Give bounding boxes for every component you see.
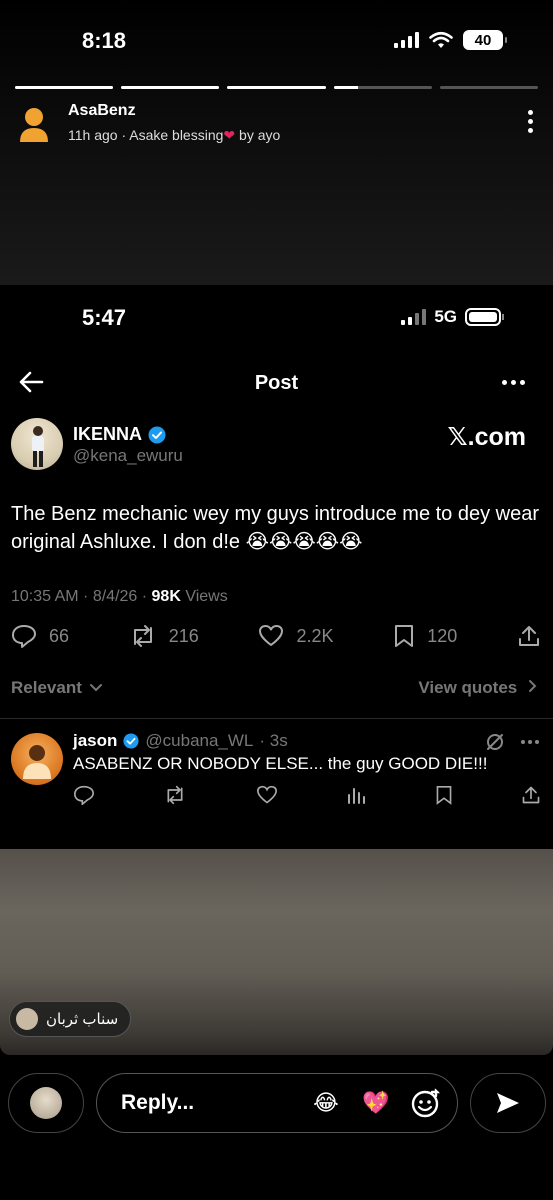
verified-badge-icon [123,733,139,749]
share-button[interactable] [517,624,541,648]
battery-indicator: 40 [463,30,507,50]
like-button[interactable]: 2.2K [258,624,334,648]
chevron-down-icon [89,684,102,692]
reply-time: · 3s [259,731,288,750]
reply-author-name[interactable]: jason [73,731,117,751]
repost-count: 216 [168,625,199,646]
screenshot-status-time: 5:47 [82,305,127,330]
laughing-emoji-icon[interactable]: 😂 [309,1086,343,1120]
reply-top-icons [485,732,539,752]
reply-icon[interactable] [73,785,95,805]
story-progress [15,86,539,89]
tweet-meta: 10:35 AM · 8/4/26 · 98K Views [11,588,228,606]
battery-icon [465,308,504,326]
reply-input[interactable]: Reply... 😂 💖 [96,1073,458,1133]
network-label: 5G [434,307,457,326]
bookmark-icon[interactable] [435,785,453,805]
sort-dropdown[interactable]: Relevant [11,678,103,698]
reply-more-icon[interactable] [521,740,539,744]
send-button[interactable] [470,1073,546,1133]
bookmark-count: 120 [427,625,458,646]
author-name-text: IKENNA [73,424,143,444]
wifi-icon [429,31,453,48]
tweet-stats: 66 216 2.2K 120 [11,624,541,648]
heart-outline-icon[interactable] [256,785,278,805]
share-icon [518,626,539,646]
add-emoji-icon[interactable] [409,1086,443,1120]
reply-placeholder: Reply... [121,1091,195,1114]
author-name[interactable]: IKENNA [73,424,166,445]
views-label: Views [180,588,228,605]
author-avatar[interactable] [11,418,63,470]
repost-button[interactable]: 216 [129,624,199,648]
bookmark-icon [395,625,414,647]
signal-icon [401,309,427,325]
grok-icon[interactable] [485,732,505,752]
heart-emoji-icon[interactable]: 💖 [359,1086,393,1120]
chevron-right-icon [529,680,537,692]
screenshot-status-icons: 5G [401,307,504,327]
like-count: 2.2K [296,625,334,646]
story-progress-segment [333,86,432,89]
send-icon [497,1093,519,1113]
analytics-icon[interactable] [346,785,366,805]
story-meta: 11h ago · Asake blessing❤ by ayo [68,127,280,144]
reply-count: 66 [49,625,70,646]
view-quotes-link[interactable]: View quotes [418,678,538,698]
bitmoji-avatar-icon[interactable] [18,104,50,144]
story-progress-segment [439,86,539,89]
story-progress-segment [121,86,220,89]
reply-icon [12,625,36,648]
bookmark-button[interactable]: 120 [393,624,457,648]
view-quotes-label: View quotes [418,678,518,697]
status-icons: 40 [394,30,507,50]
reply-author-handle[interactable]: @cubana_WL [145,731,253,751]
story-progress-segment [15,86,114,89]
verified-badge-icon [148,426,166,443]
reply-button[interactable]: 66 [11,624,69,648]
profile-button[interactable] [8,1073,84,1133]
sort-label: Relevant [11,678,82,697]
reply-actions [73,785,541,805]
sticker-text: سناب ثربان [46,1011,119,1028]
divider [0,718,553,719]
story-meta-prefix: 11h ago · Asake blessing [68,127,224,143]
share-icon[interactable] [521,785,541,805]
reply-text: ASABENZ OR NOBODY ELSE... the guy GOOD D… [73,754,488,773]
username-sticker[interactable]: سناب ثربان [9,1001,132,1037]
reply-header: jason @cubana_WL · 3s [73,731,288,751]
sticker-avatar [16,1008,38,1030]
author-handle[interactable]: @kena_ewuru [73,446,183,466]
more-options-icon[interactable] [502,380,525,385]
bottom-avatar [30,1087,62,1119]
page-title: Post [254,372,299,394]
views-count: 98K [151,588,181,605]
heart-icon: ❤ [223,127,236,143]
person-avatar-icon [23,745,51,779]
tweet-datetime: 10:35 AM · 8/4/26 · [11,588,152,605]
person-figure-icon [32,426,44,467]
status-time: 8:18 [82,28,127,53]
story-username[interactable]: AsaBenz [68,102,136,120]
repost-icon[interactable] [163,785,187,805]
tweet-text: The Benz mechanic wey my guys introduce … [11,503,540,553]
x-watermark: 𝕏.com [447,423,527,451]
repost-icon [133,625,152,647]
reply-avatar[interactable] [11,733,63,785]
story-more-icon[interactable] [528,110,533,133]
story-progress-segment [227,86,326,89]
signal-icon [394,32,419,48]
heart-outline-icon [259,625,284,646]
story-meta-suffix: by ayo [239,127,281,143]
